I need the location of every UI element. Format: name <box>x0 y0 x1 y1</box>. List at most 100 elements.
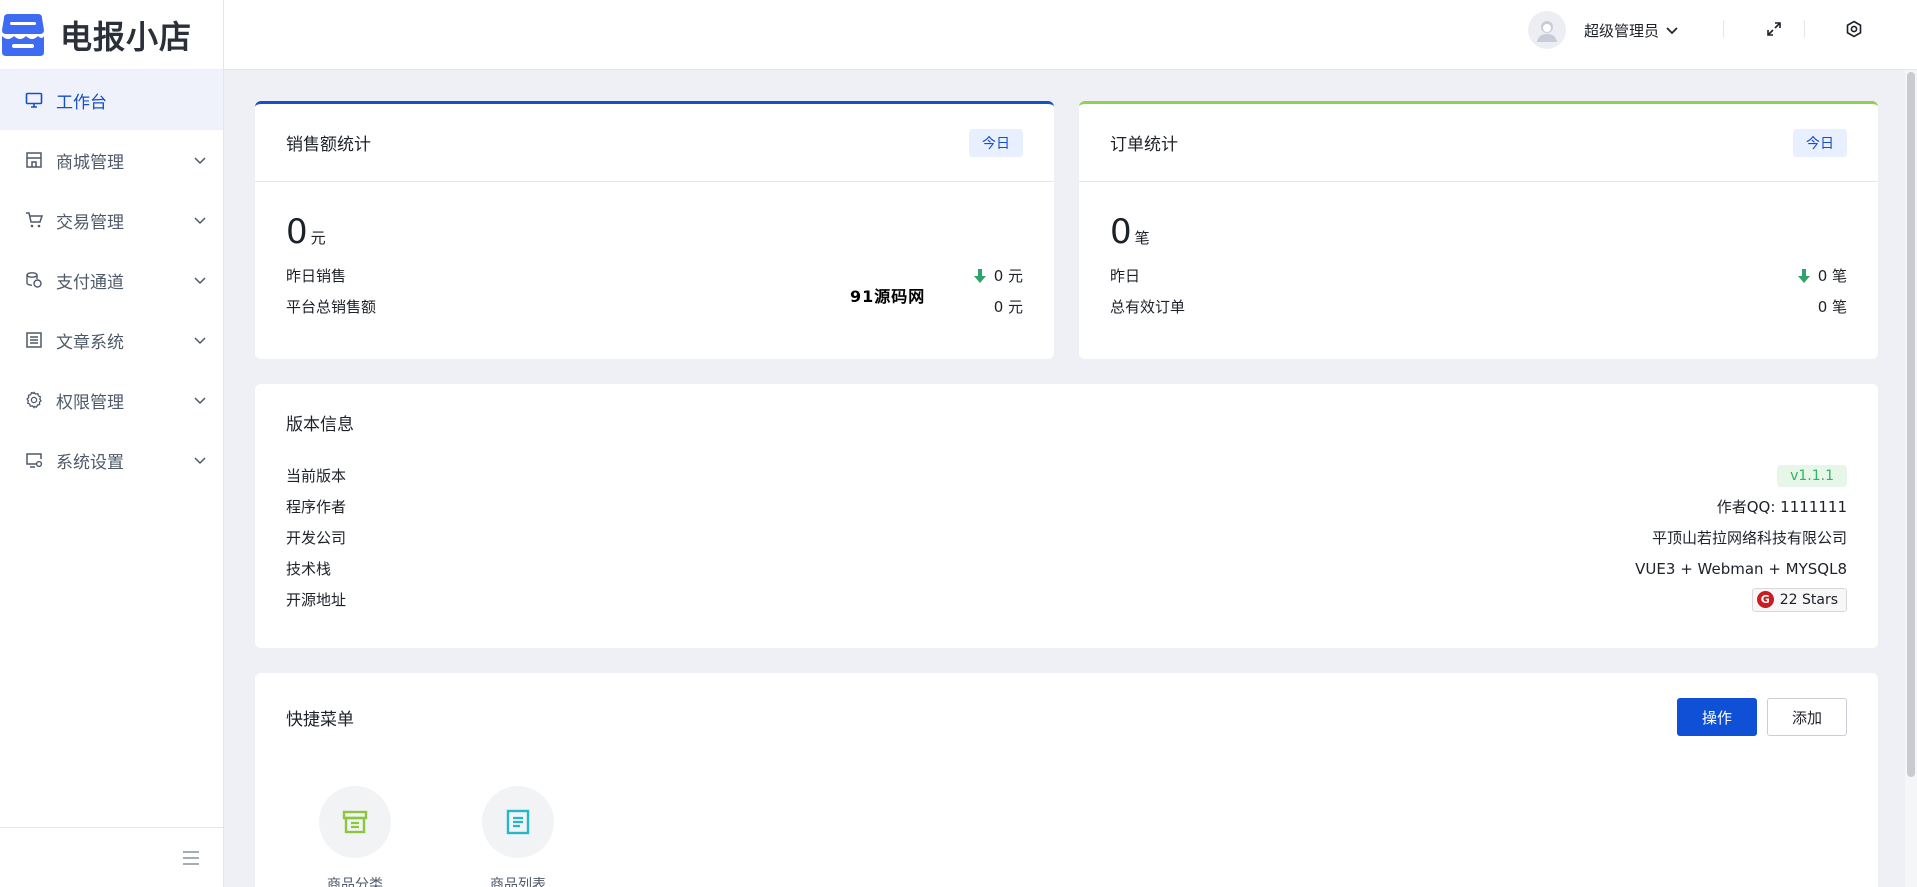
row-label: 平台总销售额 <box>286 298 377 316</box>
repo-row: 开源地址 G 22 Stars <box>255 584 1878 615</box>
row-label: 开发公司 <box>286 529 347 547</box>
row-label: 当前版本 <box>286 467 347 485</box>
sidebar-item-dashboard[interactable]: 工作台 <box>0 70 223 130</box>
sidebar-item-label: 系统设置 <box>56 452 124 473</box>
settings-icon <box>1846 20 1862 38</box>
card-header: 快捷菜单 操作 添加 <box>255 673 1878 761</box>
arrow-down-icon <box>1797 268 1810 283</box>
quick-item-product-list[interactable]: 商品列表 <box>482 786 554 887</box>
chevron-down-icon <box>1666 27 1678 35</box>
period-tag[interactable]: 今日 <box>1793 128 1847 157</box>
version-info-card: 版本信息 当前版本 v1.1.1 程序作者 作者QQ: 1111111 开发公司… <box>255 384 1878 648</box>
sidebar-item-permission[interactable]: 权限管理 <box>0 370 223 430</box>
sidebar-item-label: 文章系统 <box>56 332 124 353</box>
row-label: 程序作者 <box>286 498 347 516</box>
sales-unit: 元 <box>310 229 326 247</box>
card-title: 销售额统计 <box>286 135 371 155</box>
sidebar-item-label: 权限管理 <box>56 392 124 413</box>
row-value: VUE3 + Webman + MYSQL8 <box>1635 559 1847 578</box>
add-button[interactable]: 添加 <box>1767 698 1847 736</box>
gitee-logo-icon: G <box>1756 591 1774 608</box>
quick-item-product-category[interactable]: 商品分类 <box>319 786 391 887</box>
sales-today-value: 0 元 <box>255 182 1054 260</box>
monitor-icon <box>24 90 44 110</box>
orders-yesterday-row: 昨日 0 笔 <box>1079 260 1878 291</box>
chevron-down-icon <box>194 277 206 285</box>
username: 超级管理员 <box>1584 21 1660 40</box>
row-label: 开源地址 <box>286 591 347 609</box>
avatar <box>1528 11 1566 49</box>
card-title: 订单统计 <box>1110 135 1178 155</box>
article-icon <box>24 330 44 350</box>
sidebar-item-label: 交易管理 <box>56 212 124 233</box>
row-value: 0 元 <box>993 298 1023 316</box>
sidebar-item-article[interactable]: 文章系统 <box>0 310 223 370</box>
list-doc-icon <box>506 809 530 835</box>
row-value: 0 元 <box>993 267 1023 285</box>
row-label: 昨日销售 <box>286 267 347 285</box>
author-row: 程序作者 作者QQ: 1111111 <box>255 491 1878 522</box>
chevron-down-icon <box>194 397 206 405</box>
quick-item-label: 商品分类 <box>327 877 383 887</box>
chevron-down-icon <box>194 217 206 225</box>
shop-logo-icon <box>2 13 44 56</box>
tech-stack-row: 技术栈 VUE3 + Webman + MYSQL8 <box>255 553 1878 584</box>
store-icon <box>24 150 44 170</box>
sales-stat-card: 销售额统计 今日 0 元 昨日销售 0 元 平台总销售额 0 元 <box>255 101 1054 359</box>
watermark-text: 91源码网 <box>850 287 926 306</box>
menu-icon <box>183 850 199 865</box>
sidebar-item-label: 工作台 <box>56 92 107 113</box>
sidebar-item-settings[interactable]: 系统设置 <box>0 430 223 490</box>
coins-icon <box>24 270 44 290</box>
stars-count: 22 Stars <box>1779 591 1838 608</box>
row-value: 作者QQ: 1111111 <box>1716 498 1847 516</box>
company-row: 开发公司 平顶山若拉网络科技有限公司 <box>255 522 1878 553</box>
orders-count: 0 <box>1110 212 1132 252</box>
settings-monitor-icon <box>24 450 44 470</box>
sidebar-collapse-button[interactable] <box>0 827 224 887</box>
top-header: 超级管理员 <box>224 0 1917 70</box>
fullscreen-button[interactable] <box>1763 18 1785 40</box>
orders-unit: 笔 <box>1134 229 1150 247</box>
header-divider <box>1804 20 1805 38</box>
sidebar-menu: 工作台 商城管理 交易管理 支付通道 文章系统 权限管理 系统设置 <box>0 70 223 490</box>
chevron-down-icon <box>194 457 206 465</box>
sidebar-item-payment[interactable]: 支付通道 <box>0 250 223 310</box>
row-value: 平顶山若拉网络科技有限公司 <box>1651 529 1847 547</box>
arrow-down-icon <box>973 268 986 283</box>
gitee-stars-badge[interactable]: G 22 Stars <box>1751 587 1847 612</box>
sidebar-item-mall[interactable]: 商城管理 <box>0 130 223 190</box>
quick-item-icon-wrap <box>319 786 391 858</box>
sidebar-item-label: 支付通道 <box>56 272 124 293</box>
card-header: 销售额统计 今日 <box>255 104 1054 181</box>
row-label: 技术栈 <box>286 560 332 578</box>
version-badge: v1.1.1 <box>1777 464 1847 487</box>
chevron-down-icon <box>194 337 206 345</box>
user-menu[interactable]: 超级管理员 <box>1528 10 1679 50</box>
card-header: 订单统计 今日 <box>1079 104 1878 181</box>
row-value: 0 笔 <box>1817 298 1847 316</box>
page-scrollbar-thumb[interactable] <box>1907 72 1915 777</box>
category-box-icon <box>342 810 368 834</box>
sales-total-row: 平台总销售额 0 元 <box>255 291 1054 322</box>
gear-icon <box>24 390 44 410</box>
quick-menu-actions: 操作 添加 <box>1677 698 1847 736</box>
orders-stat-card: 订单统计 今日 0 笔 昨日 0 笔 总有效订单 0 笔 <box>1079 101 1878 359</box>
brand-logo[interactable]: 电报小店 <box>0 0 223 70</box>
chevron-down-icon <box>194 157 206 165</box>
operate-button[interactable]: 操作 <box>1677 698 1757 736</box>
period-tag[interactable]: 今日 <box>969 128 1023 157</box>
row-value: 0 笔 <box>1817 267 1847 285</box>
settings-button[interactable] <box>1843 18 1865 40</box>
orders-total-row: 总有效订单 0 笔 <box>1079 291 1878 322</box>
sidebar-item-trade[interactable]: 交易管理 <box>0 190 223 250</box>
user-avatar-icon <box>1537 21 1557 42</box>
quick-item-label: 商品列表 <box>490 877 546 887</box>
quick-item-icon-wrap <box>482 786 554 858</box>
card-header: 版本信息 <box>255 384 1878 460</box>
sidebar-item-label: 商城管理 <box>56 152 124 173</box>
orders-today-value: 0 笔 <box>1079 182 1878 260</box>
header-divider <box>1723 20 1724 38</box>
sales-yesterday-row: 昨日销售 0 元 <box>255 260 1054 291</box>
version-row: 当前版本 v1.1.1 <box>255 460 1878 491</box>
